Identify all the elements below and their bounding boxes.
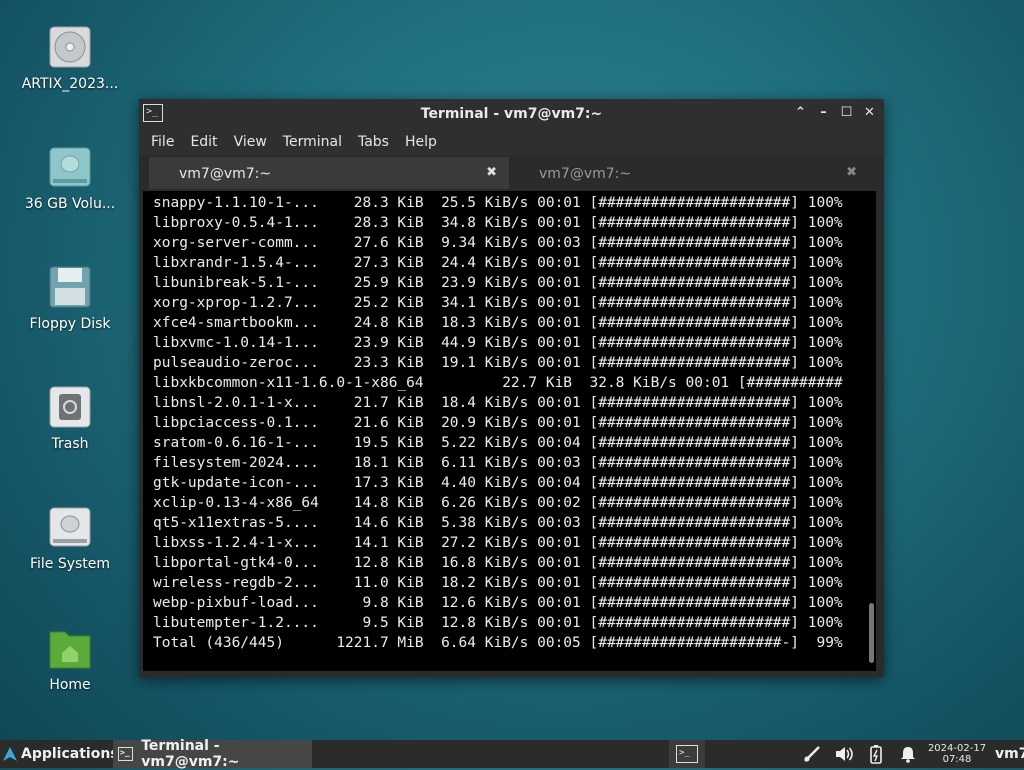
task-label: Terminal - vm7@vm7:~: [141, 738, 240, 770]
menu-view[interactable]: View: [234, 134, 267, 150]
menu-tabs[interactable]: Tabs: [358, 134, 389, 150]
floppy-disk-icon: [49, 266, 91, 308]
optical-disc-icon: [49, 26, 91, 68]
clock[interactable]: 2024-02-17 07:48: [924, 743, 990, 765]
terminal-line: libxvmc-1.0.14-1... 23.9 KiB 44.9 KiB/s …: [153, 335, 843, 351]
terminal-line: qt5-x11extras-5.... 14.6 KiB 5.38 KiB/s …: [153, 515, 843, 531]
menu-bar: File Edit View Terminal Tabs Help: [139, 129, 884, 155]
network-icon[interactable]: [802, 744, 822, 764]
terminal-line: libproxy-0.5.4-1... 28.3 KiB 34.8 KiB/s …: [153, 215, 843, 231]
terminal-text: snappy-1.1.10-1-... 28.3 KiB 25.5 KiB/s …: [153, 193, 843, 653]
scrollbar-thumb[interactable]: [869, 603, 874, 663]
terminal-line: libnsl-2.0.1-1-x... 21.7 KiB 18.4 KiB/s …: [153, 395, 843, 411]
workspace-icon: >_: [676, 745, 698, 763]
trash-icon: [49, 386, 91, 428]
tab-2[interactable]: vm7@vm7:~ ✖: [509, 157, 869, 189]
terminal-output[interactable]: snappy-1.1.10-1-... 28.3 KiB 25.5 KiB/s …: [143, 191, 876, 671]
hard-drive-icon: [49, 146, 91, 188]
tab-close-icon[interactable]: ✖: [486, 165, 497, 180]
artix-logo-icon: [3, 747, 17, 761]
tab-label: vm7@vm7:~: [179, 166, 272, 182]
desktop-icon-label: File System: [29, 556, 111, 572]
terminal-line: xclip-0.13-4-x86_64 14.8 KiB 6.26 KiB/s …: [153, 495, 843, 511]
system-tray: [802, 740, 918, 768]
terminal-window: >_ Terminal - vm7@vm7:~ ⌃ – ☐ ✕ File Edi…: [139, 99, 884, 677]
battery-icon[interactable]: [866, 744, 886, 764]
close-icon[interactable]: ✕: [861, 104, 878, 122]
desktop-icon-artix[interactable]: ARTIX_2023...: [14, 26, 126, 92]
terminal-line: xorg-server-comm... 27.6 KiB 9.34 KiB/s …: [153, 235, 843, 251]
volume-icon[interactable]: [834, 744, 854, 764]
notification-bell-icon[interactable]: [898, 744, 918, 764]
terminal-line: libxkbcommon-x11-1.6.0-1-x86_64 22.7 KiB…: [153, 375, 843, 391]
terminal-line: libpciaccess-0.1... 21.6 KiB 20.9 KiB/s …: [153, 415, 843, 431]
menu-file[interactable]: File: [151, 134, 174, 150]
workspace-switcher[interactable]: >_: [669, 740, 705, 768]
home-folder-icon: [49, 627, 91, 669]
terminal-line: webp-pixbuf-load... 9.8 KiB 12.6 KiB/s 0…: [153, 595, 843, 611]
tab-1[interactable]: vm7@vm7:~ ✖: [149, 157, 509, 189]
applications-menu-button[interactable]: Applications: [2, 740, 119, 768]
terminal-line: libunibreak-5.1-... 25.9 KiB 23.9 KiB/s …: [153, 275, 843, 291]
window-titlebar[interactable]: >_ Terminal - vm7@vm7:~ ⌃ – ☐ ✕: [139, 99, 884, 129]
scrollbar[interactable]: [868, 191, 874, 671]
terminal-line: xorg-xprop-1.2.7... 25.2 KiB 34.1 KiB/s …: [153, 295, 843, 311]
desktop-icon-floppy[interactable]: Floppy Disk: [14, 266, 126, 332]
terminal-line: sratom-0.6.16-1-... 19.5 KiB 5.22 KiB/s …: [153, 435, 843, 451]
menu-terminal[interactable]: Terminal: [283, 134, 342, 150]
desktop-icon-label: Trash: [51, 436, 89, 452]
clock-date: 2024-02-17: [927, 743, 987, 754]
menu-help[interactable]: Help: [405, 134, 437, 150]
desktop-icon-home[interactable]: Home: [14, 627, 126, 693]
desktop-icon-label: Home: [49, 677, 91, 693]
desktop-icon-label: Floppy Disk: [29, 316, 111, 332]
maximize-icon[interactable]: ☐: [838, 104, 855, 122]
terminal-task-icon: >_: [118, 747, 134, 761]
tab-close-icon[interactable]: ✖: [846, 165, 857, 180]
menu-edit[interactable]: Edit: [190, 134, 217, 150]
terminal-line: pulseaudio-zeroc... 23.3 KiB 19.1 KiB/s …: [153, 355, 843, 371]
desktop-icon-trash[interactable]: Trash: [14, 386, 126, 452]
terminal-line: Total (436/445) 1221.7 MiB 6.64 KiB/s 00…: [153, 635, 843, 651]
file-system-icon: [49, 506, 91, 548]
desktop-icon-volume[interactable]: 36 GB Volu...: [14, 146, 126, 212]
taskbar-terminal-task[interactable]: >_ Terminal - vm7@vm7:~: [113, 738, 312, 770]
terminal-line: snappy-1.1.10-1-... 28.3 KiB 25.5 KiB/s …: [153, 195, 843, 211]
terminal-line: libportal-gtk4-0... 12.8 KiB 16.8 KiB/s …: [153, 555, 843, 571]
terminal-line: xfce4-smartbookm... 24.8 KiB 18.3 KiB/s …: [153, 315, 843, 331]
terminal-line: gtk-update-icon-... 17.3 KiB 4.40 KiB/s …: [153, 475, 843, 491]
terminal-line: wireless-regdb-2... 11.0 KiB 18.2 KiB/s …: [153, 575, 843, 591]
minimize-icon[interactable]: –: [815, 104, 832, 122]
shade-icon[interactable]: ⌃: [792, 104, 809, 122]
desktop-icon-label: 36 GB Volu...: [24, 196, 116, 212]
terminal-line: libxrandr-1.5.4-... 27.3 KiB 24.4 KiB/s …: [153, 255, 843, 271]
desktop-icon-label: ARTIX_2023...: [21, 76, 119, 92]
window-title: Terminal - vm7@vm7:~: [420, 106, 603, 122]
tab-label: vm7@vm7:~: [539, 166, 632, 182]
clock-time: 07:48: [942, 754, 972, 765]
taskbar: Applications >_ Terminal - vm7@vm7:~ >_ …: [0, 738, 1024, 770]
terminal-line: filesystem-2024.... 18.1 KiB 6.11 KiB/s …: [153, 455, 843, 471]
terminal-line: libxss-1.2.4-1-x... 14.1 KiB 27.2 KiB/s …: [153, 535, 843, 551]
desktop-icon-filesystem[interactable]: File System: [14, 506, 126, 572]
terminal-line: libutempter-1.2.... 9.5 KiB 12.8 KiB/s 0…: [153, 615, 843, 631]
user-menu[interactable]: vm7: [995, 746, 1024, 762]
tab-bar: vm7@vm7:~ ✖ vm7@vm7:~ ✖: [139, 155, 884, 191]
applications-label: Applications: [21, 746, 119, 762]
